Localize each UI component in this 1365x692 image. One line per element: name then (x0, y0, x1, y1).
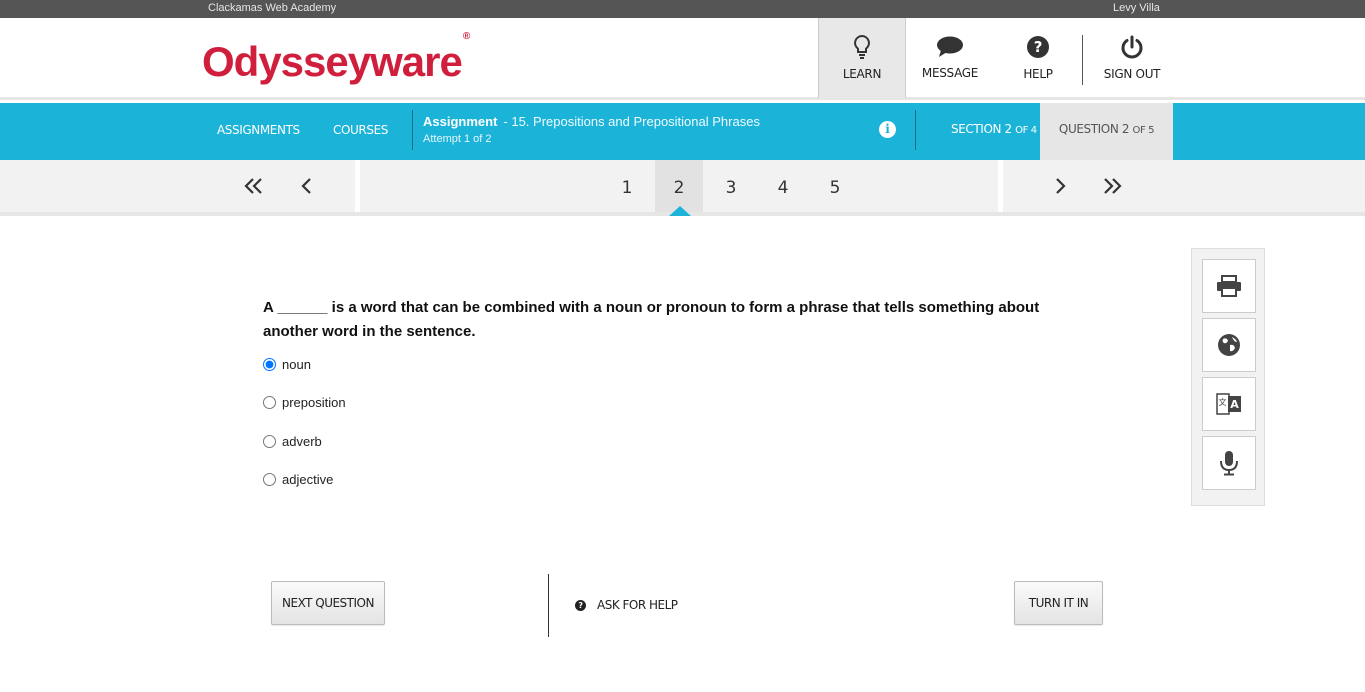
translate-button[interactable]: A 文 (1202, 377, 1256, 431)
svg-text:A: A (1230, 398, 1239, 411)
odysseyware-logo[interactable]: Odysseyware® (202, 31, 470, 86)
next-question-button[interactable]: NEXT QUESTION (271, 581, 385, 625)
option-noun-radio[interactable] (263, 358, 276, 371)
chevron-right-icon (1056, 178, 1066, 194)
nav-learn-label: LEARN (842, 67, 882, 81)
turn-it-in-button[interactable]: TURN IT IN (1014, 581, 1103, 625)
option-label: preposition (282, 395, 346, 410)
courses-link[interactable]: COURSES (333, 123, 388, 137)
option-noun[interactable]: noun (262, 357, 311, 372)
page-1-button[interactable]: 1 (603, 160, 651, 212)
assignment-bar: ASSIGNMENTS COURSES Assignment - 15. Prep… (0, 103, 1365, 160)
ask-for-help-button[interactable]: ? ASK FOR HELP (575, 598, 678, 612)
question-text: A ______ is a word that can be combined … (263, 299, 1040, 340)
assignments-link[interactable]: ASSIGNMENTS (217, 123, 300, 137)
option-adverb-radio[interactable] (263, 435, 276, 448)
translate-icon: A 文 (1216, 393, 1241, 415)
assignment-label: Assignment (423, 114, 498, 129)
top-strip: Clackamas Web Academy Levy Villa (0, 0, 1365, 18)
option-adjective-radio[interactable] (263, 473, 276, 486)
option-label: noun (282, 357, 311, 372)
chat-bubble-icon (937, 36, 963, 57)
page-4-button[interactable]: 4 (759, 160, 807, 212)
pager-right (1003, 160, 1365, 212)
nav-sign-out-label: SIGN OUT (1103, 67, 1161, 81)
question-indicator: QUESTION 2 OF 5 (1040, 103, 1173, 160)
actions-divider (548, 574, 549, 637)
svg-text:?: ? (1034, 38, 1042, 56)
last-question-button[interactable] (1100, 174, 1124, 198)
chevron-left-icon (301, 178, 311, 194)
tools-panel: A 文 (1191, 248, 1265, 506)
microphone-button[interactable] (1202, 436, 1256, 490)
svg-text:文: 文 (1219, 397, 1227, 407)
page-5-button[interactable]: 5 (811, 160, 859, 212)
assignment-title: Assignment - 15. Prepositions and Preposi… (423, 114, 760, 129)
nav-message[interactable]: MESSAGE (906, 18, 994, 98)
double-chevron-left-icon (244, 178, 262, 194)
page-3-button[interactable]: 3 (707, 160, 755, 212)
globe-button[interactable] (1202, 318, 1256, 372)
page-2-button[interactable]: 2 (655, 160, 703, 212)
section-indicator: SECTION 2 OF 4 (951, 122, 1037, 136)
power-icon (1121, 35, 1143, 59)
previous-question-button[interactable] (294, 174, 318, 198)
bar-divider (412, 110, 413, 150)
globe-icon (1218, 334, 1240, 356)
current-page-caret (669, 206, 691, 216)
nav-sign-out[interactable]: SIGN OUT (1083, 18, 1181, 98)
print-button[interactable] (1202, 259, 1256, 313)
next-question-arrow[interactable] (1049, 174, 1073, 198)
nav-learn[interactable]: LEARN (818, 18, 906, 98)
nav-message-label: MESSAGE (921, 66, 979, 80)
header: Odysseyware® LEARN MESSAGE ? HELP SIGN O… (0, 18, 1365, 100)
microphone-icon (1220, 451, 1238, 476)
option-adverb[interactable]: adverb (262, 434, 322, 449)
assignment-name: - 15. Prepositions and Prepositional Phr… (503, 114, 760, 129)
option-adjective[interactable]: adjective (262, 472, 333, 487)
attempt-count: Attempt 1 of 2 (423, 133, 492, 145)
pager-left (0, 160, 355, 212)
option-label: adverb (282, 434, 322, 449)
nav-help-label: HELP (1023, 67, 1053, 81)
lightbulb-icon (854, 35, 870, 59)
info-icon[interactable]: i (879, 121, 896, 138)
option-preposition-radio[interactable] (263, 396, 276, 409)
question-icon: ? (575, 599, 586, 611)
option-label: adjective (282, 472, 334, 487)
question-pager: 1 2 3 4 5 (0, 160, 1365, 216)
top-nav: LEARN MESSAGE ? HELP SIGN OUT (818, 18, 1181, 98)
double-chevron-right-icon (1104, 178, 1122, 194)
option-preposition[interactable]: preposition (262, 395, 346, 410)
first-question-button[interactable] (242, 174, 266, 198)
print-icon (1217, 275, 1241, 297)
question-circle-icon: ? (1027, 36, 1049, 58)
user-name: Levy Villa (1113, 2, 1160, 14)
nav-help[interactable]: ? HELP (994, 18, 1082, 98)
bar-divider (915, 110, 916, 150)
pager-pages: 1 2 3 4 5 (360, 160, 998, 212)
school-name: Clackamas Web Academy (208, 2, 337, 14)
ask-for-help-label: ASK FOR HELP (597, 598, 678, 612)
